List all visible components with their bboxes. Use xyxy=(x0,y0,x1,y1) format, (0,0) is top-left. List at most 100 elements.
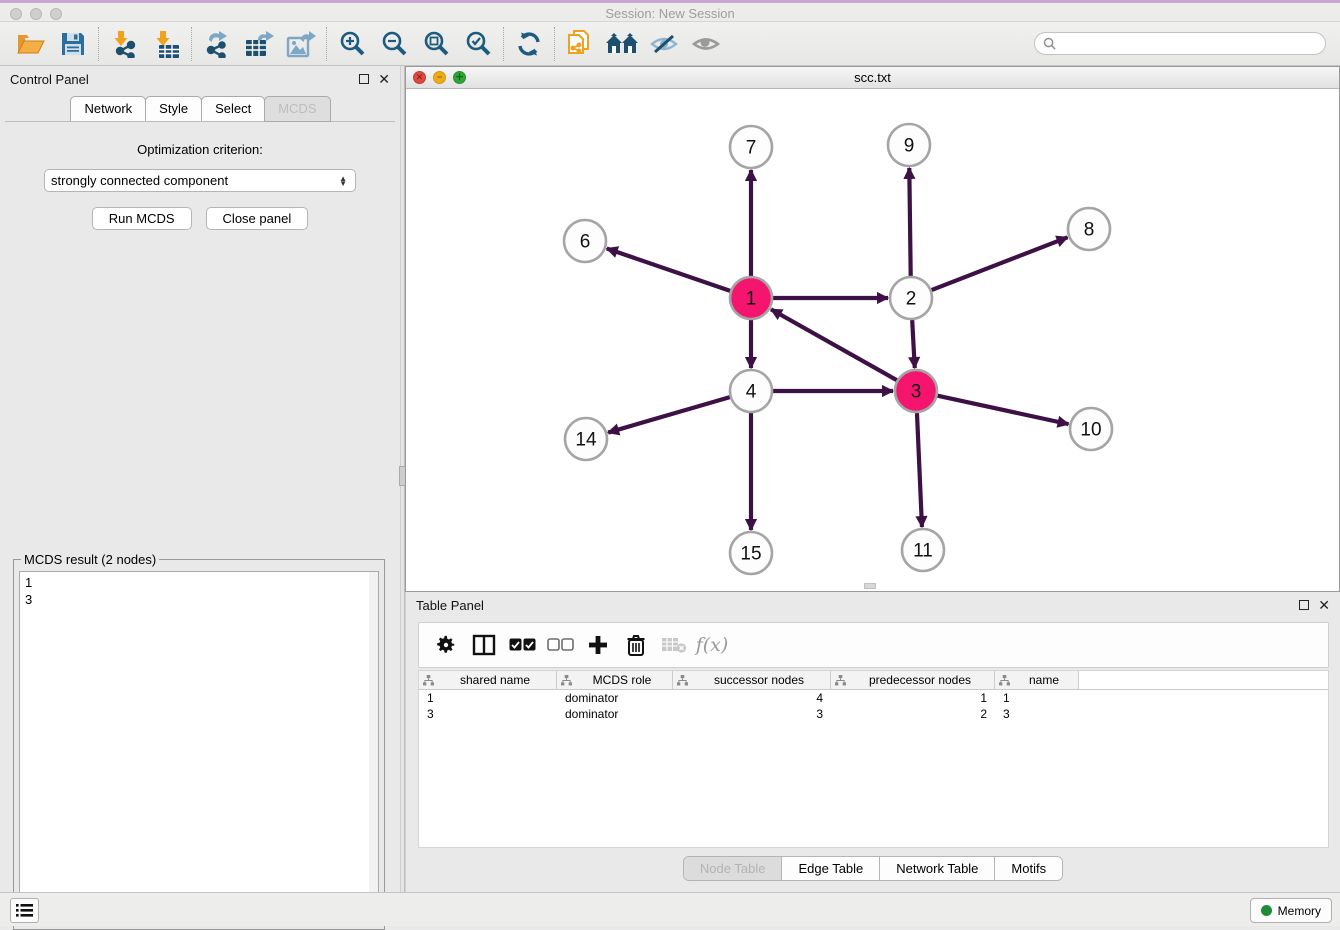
split-columns-button[interactable] xyxy=(467,628,501,662)
delete-columns-button[interactable] xyxy=(619,628,653,662)
graph-node-8[interactable]: 8 xyxy=(1068,208,1110,250)
gear-icon xyxy=(435,634,457,656)
table-row[interactable]: 1dominator411 xyxy=(419,690,1328,706)
tab-edge-table[interactable]: Edge Table xyxy=(782,857,880,880)
function-builder-button[interactable]: f(x) xyxy=(695,628,729,662)
tab-motifs[interactable]: Motifs xyxy=(995,857,1062,880)
table-cell[interactable]: 3 xyxy=(673,706,831,722)
save-session-button[interactable] xyxy=(52,25,94,63)
zoom-fit-button[interactable] xyxy=(415,25,457,63)
status-bar: Memory xyxy=(0,892,1340,926)
graph-edge-2-9[interactable] xyxy=(909,168,910,276)
column-header-predecessor-nodes[interactable]: predecessor nodes xyxy=(831,671,995,689)
tab-mcds[interactable]: MCDS xyxy=(264,96,330,122)
checked-boxes-icon xyxy=(509,638,536,652)
export-image-button[interactable] xyxy=(280,25,322,63)
tab-node-table[interactable]: Node Table xyxy=(684,857,783,880)
tab-style[interactable]: Style xyxy=(145,96,202,122)
table-cell[interactable]: 2 xyxy=(831,706,995,722)
table-cell[interactable]: 1 xyxy=(995,690,1079,706)
svg-text:11: 11 xyxy=(913,541,933,562)
export-table-button[interactable] xyxy=(238,25,280,63)
network-close-button[interactable]: ✕ xyxy=(413,71,426,84)
column-header-shared-name[interactable]: shared name xyxy=(419,671,557,689)
network-canvas[interactable]: 7 9 6 8 1 2 4 3 14 10 15 11 xyxy=(406,89,1339,591)
memory-status-icon xyxy=(1261,905,1272,916)
graph-node-14[interactable]: 14 xyxy=(565,418,607,460)
table-cell[interactable]: dominator xyxy=(557,690,673,706)
select-all-checkboxes-button[interactable] xyxy=(505,628,539,662)
duplicate-network-button[interactable] xyxy=(559,25,601,63)
result-scrollbar[interactable] xyxy=(369,572,378,922)
graph-node-11[interactable]: 11 xyxy=(902,529,944,571)
zoom-selected-button[interactable] xyxy=(457,25,499,63)
graph-node-10[interactable]: 10 xyxy=(1070,408,1112,450)
refresh-network-button[interactable] xyxy=(508,25,550,63)
zoom-out-button[interactable] xyxy=(373,25,415,63)
mcds-panel: Optimization criterion: strongly connect… xyxy=(5,121,395,887)
memory-button[interactable]: Memory xyxy=(1250,898,1332,923)
network-window-title: scc.txt xyxy=(406,70,1339,85)
open-session-button[interactable] xyxy=(10,25,52,63)
network-window-titlebar[interactable]: ✕ − ＋ scc.txt xyxy=(406,67,1339,89)
table-cell[interactable]: 1 xyxy=(419,690,557,706)
zoom-in-button[interactable] xyxy=(331,25,373,63)
table-cell[interactable]: 3 xyxy=(995,706,1079,722)
search-field[interactable] xyxy=(1034,32,1326,55)
graph-node-1[interactable]: 1 xyxy=(730,277,772,319)
table-cell[interactable]: 1 xyxy=(831,690,995,706)
home-views-button[interactable] xyxy=(601,25,643,63)
graph-edge-3-1[interactable] xyxy=(771,309,897,380)
table-cell[interactable]: 3 xyxy=(419,706,557,722)
deselect-all-checkboxes-button[interactable] xyxy=(543,628,577,662)
tab-select[interactable]: Select xyxy=(201,96,265,122)
control-panel-tabs: NetworkStyleSelectMCDS xyxy=(0,96,400,122)
import-table-button[interactable] xyxy=(145,25,187,63)
graph-edge-2-8[interactable] xyxy=(932,237,1068,290)
network-maximize-button[interactable]: ＋ xyxy=(453,71,466,84)
network-minimize-button[interactable]: − xyxy=(433,71,446,84)
hide-eye-button[interactable] xyxy=(643,25,685,63)
graph-edge-4-14[interactable] xyxy=(608,397,730,432)
table-row[interactable]: 3dominator323 xyxy=(419,706,1328,722)
graph-node-7[interactable]: 7 xyxy=(730,126,772,168)
close-panel-icon[interactable]: ✕ xyxy=(378,74,390,84)
graph-node-2[interactable]: 2 xyxy=(890,277,932,319)
export-network-icon xyxy=(203,30,231,58)
network-hscroll-thumb[interactable] xyxy=(864,583,876,589)
graph-node-15[interactable]: 15 xyxy=(730,532,772,574)
delete-table-button[interactable] xyxy=(657,628,691,662)
close-table-panel-icon[interactable]: ✕ xyxy=(1318,600,1330,610)
mcds-result-text[interactable]: 13 xyxy=(19,571,379,923)
column-header-MCDS-role[interactable]: MCDS role xyxy=(557,671,673,689)
close-panel-button[interactable]: Close panel xyxy=(206,207,309,230)
column-header-successor-nodes[interactable]: successor nodes xyxy=(673,671,831,689)
graph-node-9[interactable]: 9 xyxy=(888,124,930,166)
column-header-name[interactable]: name xyxy=(995,671,1079,689)
table-settings-button[interactable] xyxy=(429,628,463,662)
show-eye-button[interactable] xyxy=(685,25,727,63)
export-network-button[interactable] xyxy=(196,25,238,63)
main-toolbar xyxy=(0,22,1340,66)
mcds-result-box: MCDS result (2 nodes) 13 xyxy=(13,552,385,930)
toolbar-separator xyxy=(326,27,327,61)
float-table-panel-icon[interactable] xyxy=(1299,600,1309,610)
graph-node-6[interactable]: 6 xyxy=(564,220,606,262)
graph-edge-2-3[interactable] xyxy=(912,320,915,368)
add-column-button[interactable] xyxy=(581,628,615,662)
run-mcds-button[interactable]: Run MCDS xyxy=(92,207,192,230)
tab-network-table[interactable]: Network Table xyxy=(880,857,995,880)
table-cell[interactable]: dominator xyxy=(557,706,673,722)
graph-node-4[interactable]: 4 xyxy=(730,370,772,412)
graph-edge-3-11[interactable] xyxy=(917,413,922,527)
search-input[interactable] xyxy=(1061,37,1317,51)
graph-edge-1-6[interactable] xyxy=(607,248,730,290)
tab-network[interactable]: Network xyxy=(70,96,146,122)
import-network-button[interactable] xyxy=(103,25,145,63)
graph-node-3[interactable]: 3 xyxy=(895,370,937,412)
criterion-dropdown[interactable]: strongly connected component ▲▼ xyxy=(44,169,356,192)
graph-edge-3-10[interactable] xyxy=(937,396,1068,424)
table-cell[interactable]: 4 xyxy=(673,690,831,706)
task-history-button[interactable] xyxy=(10,898,39,923)
float-panel-icon[interactable] xyxy=(359,74,369,84)
